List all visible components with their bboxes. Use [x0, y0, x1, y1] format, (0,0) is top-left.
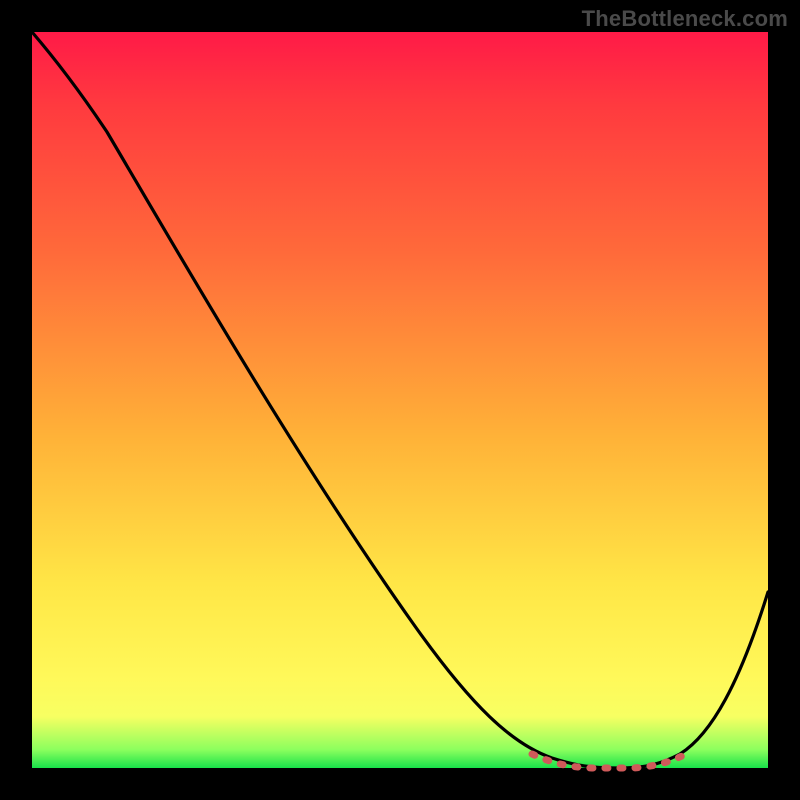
bottleneck-curve: [32, 32, 768, 768]
watermark-text: TheBottleneck.com: [582, 6, 788, 32]
curve-svg: [32, 32, 768, 768]
optimal-band-marker: [532, 754, 682, 768]
chart-frame: TheBottleneck.com: [0, 0, 800, 800]
plot-area: [32, 32, 768, 768]
